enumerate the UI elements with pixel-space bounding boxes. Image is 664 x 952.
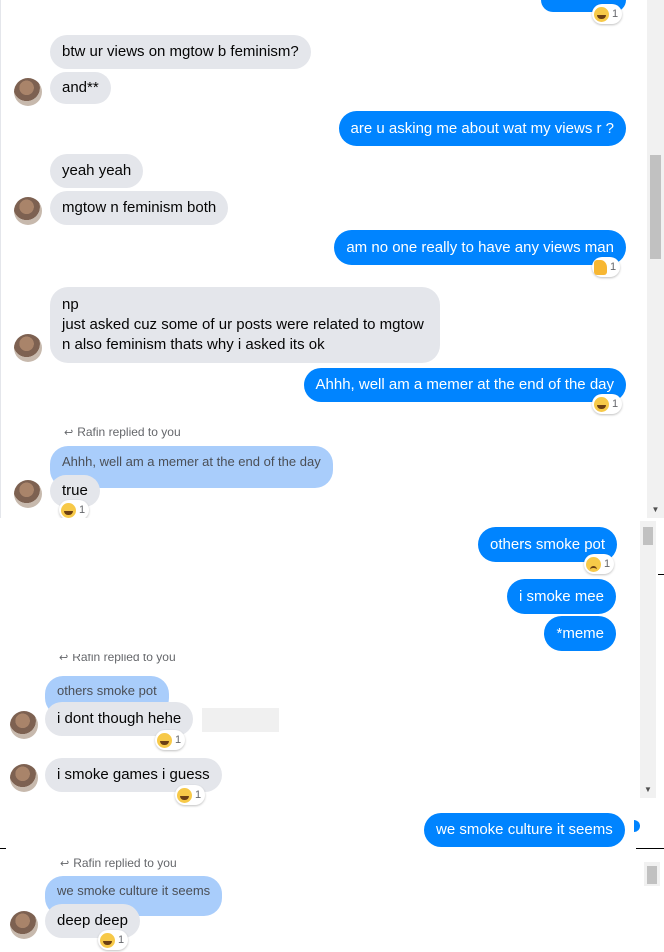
divider <box>658 574 664 575</box>
sad-emoji-icon <box>586 556 601 572</box>
incoming-message[interactable]: mgtow n feminism both <box>50 191 229 225</box>
laugh-emoji-icon <box>177 787 192 803</box>
incoming-message[interactable]: yeah yeah <box>50 154 144 188</box>
outgoing-message[interactable]: am no one really to have any views man <box>334 230 626 265</box>
divider <box>0 848 6 849</box>
message-line: just asked cuz some of ur posts were rel… <box>62 316 424 333</box>
laugh-emoji-icon <box>100 932 115 948</box>
chat-panel-2: others smoke pot 1 i smoke mee *meme ↩ R… <box>0 518 664 808</box>
scrollbar-thumb[interactable] <box>647 866 657 884</box>
scrollbar[interactable]: ▼ <box>640 521 656 798</box>
avatar[interactable] <box>14 78 42 106</box>
avatar[interactable] <box>14 334 42 362</box>
incoming-message[interactable]: and** <box>50 72 111 104</box>
reaction-badge[interactable]: 1 <box>155 730 186 750</box>
incoming-message[interactable]: btw ur views on mgtow b feminism? <box>50 35 311 69</box>
reaction-badge[interactable]: 1 <box>592 4 623 24</box>
avatar[interactable] <box>10 711 38 739</box>
reply-arrow-icon: ↩ <box>64 426 74 439</box>
scrollbar-thumb[interactable] <box>650 155 661 259</box>
reaction-badge[interactable]: 1 <box>98 930 129 950</box>
blurred-region <box>202 708 279 732</box>
chat-panel-3: we smoke culture it seems ↩ Rafin replie… <box>0 808 664 952</box>
laugh-emoji-icon <box>594 396 609 412</box>
scroll-down-arrow-icon[interactable]: ▼ <box>640 781 656 798</box>
outgoing-message[interactable]: are u asking me about wat my views r ? <box>338 111 626 146</box>
scrollbar[interactable]: ▼ <box>647 0 664 518</box>
scrollbar[interactable] <box>644 862 660 886</box>
reply-indicator: ↩ Rafin replied to you <box>64 425 181 439</box>
reaction-badge[interactable]: 1 <box>175 785 206 805</box>
outgoing-message[interactable]: i smoke mee <box>506 579 616 614</box>
reply-indicator: ↩ Rafin replied to you <box>59 654 176 664</box>
outgoing-message[interactable]: *meme <box>544 616 616 651</box>
thumbs-up-emoji-icon <box>594 259 607 275</box>
reaction-badge[interactable]: 1 <box>59 500 90 518</box>
divider <box>636 848 664 849</box>
avatar[interactable] <box>10 764 38 792</box>
reply-arrow-icon: ↩ <box>60 857 70 870</box>
reply-arrow-icon: ↩ <box>59 654 69 664</box>
laugh-emoji-icon <box>157 732 172 748</box>
incoming-message-multiline[interactable]: np just asked cuz some of ur posts were … <box>50 287 440 363</box>
laugh-emoji-icon <box>61 502 76 518</box>
outgoing-message[interactable]: Ahhh, well am a memer at the end of the … <box>303 368 626 402</box>
scrollbar-thumb[interactable] <box>643 527 653 545</box>
outgoing-message[interactable]: we smoke culture it seems <box>424 813 625 847</box>
avatar[interactable] <box>14 197 42 225</box>
chat-panel-1: 1 btw ur views on mgtow b feminism? and*… <box>0 0 664 518</box>
message-line: np <box>62 296 79 313</box>
laugh-emoji-icon <box>594 6 609 22</box>
scroll-down-arrow-icon[interactable]: ▼ <box>647 501 664 518</box>
avatar[interactable] <box>10 911 38 939</box>
message-line: n also feminism thats why i asked its ok <box>62 336 325 353</box>
reaction-badge[interactable]: 1 <box>592 394 623 414</box>
avatar[interactable] <box>14 480 42 508</box>
seen-indicator <box>634 820 640 832</box>
reply-indicator: ↩ Rafin replied to you <box>60 856 177 870</box>
reaction-badge[interactable]: 1 <box>592 257 621 277</box>
reaction-badge[interactable]: 1 <box>584 554 615 574</box>
